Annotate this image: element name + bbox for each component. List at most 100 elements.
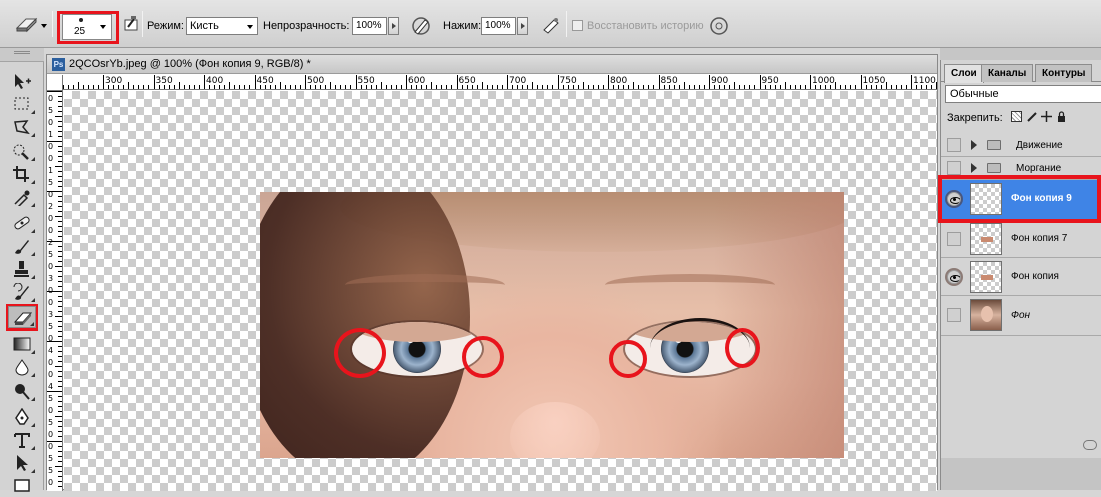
- ruler-origin[interactable]: [47, 75, 63, 91]
- blur-tool[interactable]: [8, 356, 36, 378]
- tablet-opacity-toggle[interactable]: [410, 14, 432, 36]
- ruler-minor-tick: [133, 85, 135, 89]
- layer-row-selected[interactable]: Фон копия 9: [941, 180, 1101, 220]
- rectangle-tool[interactable]: [8, 475, 36, 497]
- history-brush-tool[interactable]: [8, 281, 36, 303]
- flow-input[interactable]: 100%: [481, 17, 516, 35]
- brush-panel-toggle[interactable]: [122, 15, 140, 33]
- panel-dock-header[interactable]: [940, 48, 1101, 60]
- tab-layers[interactable]: Слои: [944, 64, 984, 83]
- brush-preset-picker[interactable]: 25: [62, 14, 112, 40]
- mode-select[interactable]: Кисть: [186, 17, 258, 35]
- ruler-minor-tick: [58, 386, 62, 387]
- lock-all-icon[interactable]: [1056, 111, 1067, 122]
- document-window: Ps 2QCOsrYb.jpeg @ 100% (Фон копия 9, RG…: [46, 54, 938, 491]
- visibility-toggle[interactable]: [947, 161, 961, 175]
- layers-panel-footer: [940, 440, 1101, 490]
- lock-transparency-icon[interactable]: [1011, 111, 1022, 122]
- document-tab[interactable]: Ps 2QCOsrYb.jpeg @ 100% (Фон копия 9, RG…: [47, 55, 937, 74]
- expand-triangle-icon[interactable]: [971, 163, 977, 173]
- ruler-minor-tick: [855, 85, 857, 89]
- ruler-minor-tick: [58, 356, 62, 357]
- ruler-minor-tick: [58, 406, 62, 407]
- blend-mode-select[interactable]: Обычные: [945, 85, 1101, 103]
- gradient-tool[interactable]: [8, 333, 36, 355]
- lasso-tool[interactable]: [8, 116, 36, 138]
- tool-preset-picker[interactable]: [14, 14, 38, 36]
- clone-stamp-tool[interactable]: [8, 258, 36, 280]
- eraser-icon: [15, 17, 38, 33]
- ruler-minor-tick: [769, 85, 771, 89]
- path-selection-tool[interactable]: [8, 452, 36, 474]
- opacity-input[interactable]: 100%: [352, 17, 387, 35]
- ruler-minor-tick: [244, 85, 246, 89]
- move-tool[interactable]: [8, 70, 36, 92]
- flow-slider-button[interactable]: [517, 17, 528, 35]
- ruler-label: 0: [48, 226, 54, 235]
- layer-row[interactable]: Движение: [941, 134, 1101, 157]
- eraser-tool[interactable]: [8, 306, 36, 328]
- quick-selection-tool[interactable]: [8, 140, 36, 162]
- lock-pixels-icon[interactable]: [1027, 111, 1038, 122]
- thumb-content: [981, 275, 993, 280]
- ruler-minor-tick: [789, 85, 791, 89]
- ruler-label: 0: [48, 118, 54, 127]
- marquee-tool[interactable]: [8, 93, 36, 115]
- ruler-major-tick: [709, 75, 710, 89]
- layer-row[interactable]: Фон копия 7: [941, 220, 1101, 258]
- ruler-minor-tick: [592, 85, 594, 89]
- brush-tool[interactable]: [8, 235, 36, 257]
- panel-tabs: Слои Каналы Контуры: [941, 64, 1101, 83]
- ruler-minor-tick: [58, 136, 62, 137]
- ruler-minor-tick: [58, 331, 62, 332]
- tablet-size-toggle[interactable]: [708, 14, 730, 36]
- visibility-toggle[interactable]: [947, 308, 961, 322]
- ruler-label: 0: [48, 442, 54, 451]
- ruler-minor-tick: [825, 85, 827, 89]
- ruler-minor-tick: [416, 85, 418, 89]
- ruler-minor-tick: [138, 85, 140, 89]
- layer-name: Фон: [1011, 310, 1031, 321]
- ruler-minor-tick: [193, 85, 195, 89]
- airbrush-toggle[interactable]: [540, 14, 562, 36]
- restore-history-checkbox[interactable]: [572, 20, 583, 31]
- ruler-major-tick: [204, 75, 205, 89]
- visibility-toggle[interactable]: [947, 232, 961, 246]
- opacity-slider-button[interactable]: [388, 17, 399, 35]
- canvas[interactable]: [64, 91, 937, 491]
- ruler-minor-tick: [229, 82, 231, 89]
- vertical-ruler[interactable]: 050100150200250300350400450500550: [47, 91, 63, 491]
- tab-channels[interactable]: Каналы: [981, 64, 1034, 82]
- ruler-minor-tick: [58, 336, 62, 337]
- layer-row[interactable]: Фон: [941, 296, 1101, 336]
- expand-triangle-icon[interactable]: [971, 140, 977, 150]
- healing-brush-tool[interactable]: [8, 212, 36, 234]
- eye-icon[interactable]: [947, 192, 961, 206]
- ruler-minor-tick: [784, 82, 786, 89]
- pen-tool[interactable]: [8, 406, 36, 428]
- ruler-minor-tick: [58, 456, 62, 457]
- layer-row[interactable]: Фон копия: [941, 258, 1101, 296]
- ruler-minor-tick: [466, 85, 468, 89]
- stamp-icon: [14, 261, 29, 277]
- crop-tool[interactable]: [8, 163, 36, 185]
- toolbox-header[interactable]: [0, 48, 44, 62]
- ruler-minor-tick: [390, 85, 392, 89]
- ruler-minor-tick: [481, 82, 483, 89]
- link-layers-icon[interactable]: [1083, 440, 1097, 450]
- dodge-tool[interactable]: [8, 380, 36, 402]
- horizontal-ruler[interactable]: 300 350 400 450 500 550 600 650 700 750 800 850 900 9…: [63, 75, 937, 90]
- tab-paths[interactable]: Контуры: [1035, 64, 1093, 82]
- visibility-toggle[interactable]: [947, 138, 961, 152]
- ruler-minor-tick: [905, 85, 907, 89]
- layer-row[interactable]: Моргание: [941, 157, 1101, 180]
- ruler-minor-tick: [72, 85, 74, 89]
- chevron-down-icon: [100, 25, 106, 29]
- lock-position-icon[interactable]: [1041, 111, 1052, 122]
- ruler-label: 4: [48, 382, 54, 391]
- eye-icon[interactable]: [947, 270, 961, 284]
- eyedropper-tool[interactable]: [8, 186, 36, 208]
- nose-bridge: [510, 402, 600, 458]
- type-tool[interactable]: [8, 429, 36, 451]
- ruler-label: 0: [48, 190, 54, 199]
